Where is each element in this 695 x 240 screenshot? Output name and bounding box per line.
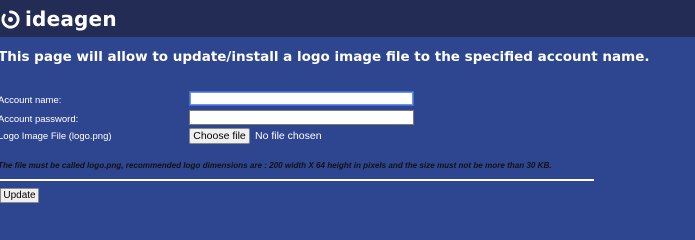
account-name-input[interactable] xyxy=(189,91,414,106)
brand-name: ideagen xyxy=(25,7,117,31)
ideagen-logo-icon xyxy=(1,9,20,28)
account-password-input[interactable] xyxy=(189,110,414,125)
file-status-text: No file chosen xyxy=(255,130,322,142)
divider xyxy=(0,179,594,181)
account-name-label: Account name: xyxy=(0,95,62,106)
logo-file-label: Logo Image File (logo.png) xyxy=(0,131,112,142)
update-button[interactable]: Update xyxy=(0,188,39,203)
brand-logo[interactable]: ideagen xyxy=(1,7,117,31)
choose-file-button[interactable]: Choose file xyxy=(189,128,250,144)
page-title: This page will allow to update/install a… xyxy=(0,49,650,65)
header-bar: ideagen xyxy=(0,0,695,37)
account-password-label: Account password: xyxy=(0,114,79,125)
upload-requirements-note: The file must be called logo.png, recomm… xyxy=(0,161,552,170)
